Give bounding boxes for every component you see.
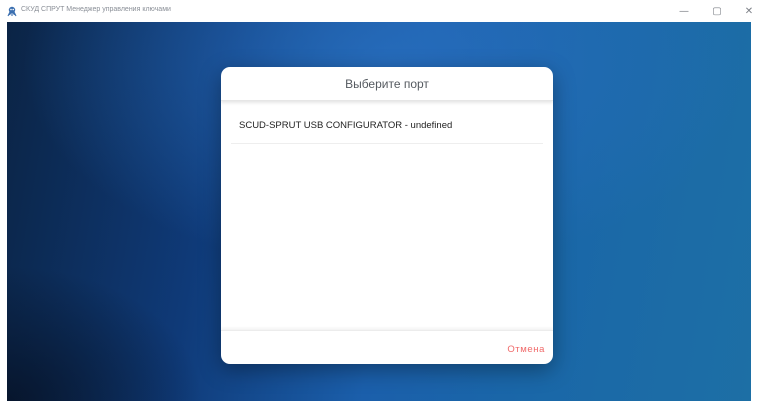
cancel-button[interactable]: Отмена	[507, 344, 545, 355]
app-background: Выберите порт SCUD-SPRUT USB CONFIGURATO…	[7, 22, 751, 401]
minimize-button[interactable]: —	[676, 3, 692, 19]
app-window: СКУД СПРУТ Менеджер управления ключами —…	[0, 0, 757, 401]
port-list: SCUD-SPRUT USB CONFIGURATOR - undefined	[221, 109, 553, 144]
maximize-button[interactable]: ▢	[709, 3, 725, 19]
close-icon: ✕	[744, 5, 754, 17]
maximize-icon: ▢	[712, 5, 722, 17]
dialog-footer: Отмена	[221, 330, 553, 364]
minimize-icon: —	[679, 5, 689, 17]
port-select-dialog: Выберите порт SCUD-SPRUT USB CONFIGURATO…	[221, 67, 553, 364]
window-title: СКУД СПРУТ Менеджер управления ключами	[21, 6, 171, 13]
app-logo-icon	[7, 6, 17, 17]
close-button[interactable]: ✕	[741, 3, 757, 19]
dialog-title: Выберите порт	[345, 76, 429, 91]
title-bar[interactable]: СКУД СПРУТ Менеджер управления ключами —…	[0, 0, 757, 22]
port-item-label: SCUD-SPRUT USB CONFIGURATOR - undefined	[239, 120, 453, 131]
port-list-item[interactable]: SCUD-SPRUT USB CONFIGURATOR - undefined	[231, 109, 543, 144]
dialog-header: Выберите порт	[221, 67, 553, 101]
